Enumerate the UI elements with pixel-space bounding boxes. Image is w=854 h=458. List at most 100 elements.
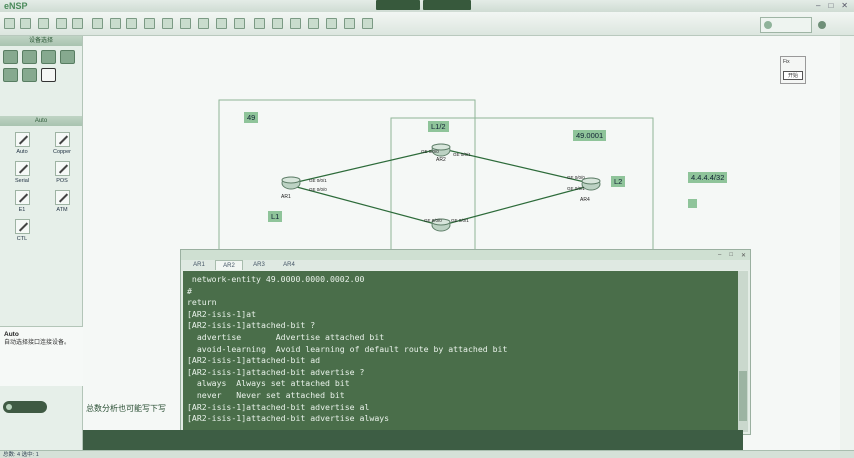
level-label-l2: L2 [611, 176, 626, 187]
bottom-strip [83, 430, 743, 450]
pan-icon[interactable] [162, 18, 173, 29]
device-section-title: 设备选择 [0, 36, 82, 46]
serial-connector[interactable]: Serial [2, 161, 42, 184]
scrollbar-thumb[interactable] [739, 371, 747, 421]
cli-window: – □ ✕ AR1 AR2 AR3 AR4 network-entity 49.… [180, 249, 751, 435]
serial-cable-icon [14, 161, 30, 176]
delete-link-icon[interactable] [198, 18, 209, 29]
close-icon[interactable]: ✕ [841, 1, 848, 10]
port-label: GE 0/0/1 [451, 218, 469, 223]
port-label: GE 0/0/0 [424, 218, 442, 223]
port-label: GE 0/0/1 [309, 178, 327, 183]
terminal-line: never Never set attached bit [187, 389, 345, 400]
playback-pill[interactable] [3, 401, 47, 413]
cli-maximize-icon[interactable]: □ [729, 252, 733, 259]
tab-ar1[interactable]: AR1 [185, 260, 213, 270]
cli-icon[interactable] [308, 18, 319, 29]
pc-category-icon[interactable] [3, 68, 18, 82]
terminal-line: always Always set attached bit [187, 378, 350, 389]
atm-cable-icon [54, 190, 70, 205]
cli-title-bar [181, 250, 750, 260]
area-49-0001-box [390, 117, 654, 265]
grid-icon[interactable] [344, 18, 355, 29]
register-icon [764, 21, 772, 29]
wlan-category-icon[interactable] [41, 50, 56, 64]
cli-close-icon[interactable]: ✕ [741, 252, 746, 259]
device-panel: 设备选择 Auto Auto Copper Serial POS E1 ATM … [0, 36, 83, 450]
tab-ar2[interactable]: AR2 [215, 260, 243, 270]
save-icon[interactable] [56, 18, 67, 29]
app-logo: eNSP [4, 1, 28, 11]
toolbar [0, 12, 854, 36]
open-icon[interactable] [38, 18, 49, 29]
pos-cable-icon [54, 161, 70, 176]
pos-connector[interactable]: POS [42, 161, 82, 184]
cli-tabs: AR1 AR2 AR3 AR4 [181, 260, 750, 270]
meeting-button[interactable] [423, 0, 471, 10]
shape-icon[interactable] [234, 18, 245, 29]
loopback-label: 4.4.4.4/32 [688, 172, 728, 183]
description-title: Auto [4, 331, 19, 338]
tab-ar3[interactable]: AR3 [245, 260, 273, 270]
area-label-49: 49 [244, 112, 259, 123]
title-bar: eNSP – □ ✕ [0, 0, 854, 12]
terminal-line: [AR2-isis-1]at [187, 308, 257, 319]
select-icon[interactable] [144, 18, 155, 29]
cli-minimize-icon[interactable]: – [718, 252, 721, 259]
firewall-category-icon[interactable] [60, 50, 75, 64]
terminal-line: [AR2-isis-1]attached-bit ad [187, 355, 321, 366]
cli-window-controls: – □ ✕ [718, 252, 746, 259]
router-ar1 [281, 176, 301, 190]
text-icon[interactable] [216, 18, 227, 29]
port-label: GE 0/0/0 [421, 149, 439, 154]
new-topology-icon[interactable] [20, 18, 31, 29]
area-label-49-0001: 49.0001 [573, 130, 607, 141]
e1-connector[interactable]: E1 [2, 190, 42, 213]
overlay-caption: 总数分析也可能写下写 [86, 404, 166, 413]
terminal-line: [AR2-isis-1]attached-bit advertise al [187, 401, 370, 412]
cloud-category-icon[interactable] [22, 68, 37, 82]
switch-category-icon[interactable] [22, 50, 37, 64]
auto-connector[interactable]: Auto [2, 132, 42, 155]
redo-icon[interactable] [126, 18, 137, 29]
terminal-line: return [187, 297, 217, 308]
auto-cable-icon [14, 132, 30, 147]
connection-category-icon[interactable] [41, 68, 56, 82]
print-icon[interactable] [92, 18, 103, 29]
atm-connector[interactable]: ATM [42, 190, 82, 213]
cli-scrollbar[interactable] [738, 271, 748, 432]
loopback-icon [688, 199, 697, 208]
copper-cable-icon [54, 132, 70, 147]
undo-icon[interactable] [110, 18, 121, 29]
start-icon[interactable] [272, 18, 283, 29]
status-bar: 总数: 4 选中: 1 [0, 450, 854, 458]
copper-connector[interactable]: Copper [42, 132, 82, 155]
cli-output[interactable]: network-entity 49.0000.0000.0002.00 # re… [183, 271, 738, 432]
router-category-icon[interactable] [3, 50, 18, 64]
delete-icon[interactable] [180, 18, 191, 29]
zoom-in-icon[interactable] [254, 18, 265, 29]
stop-icon[interactable] [290, 18, 301, 29]
capture-icon[interactable] [326, 18, 337, 29]
stop-share-button[interactable] [376, 0, 420, 10]
port-label: GE 0/0/0 [567, 175, 585, 180]
register-button[interactable] [760, 17, 812, 33]
new-icon[interactable] [4, 18, 15, 29]
terminal-line: advertise Advertise attached bit [187, 331, 385, 342]
port-label: GE 0/0/1 [453, 152, 471, 157]
save-as-icon[interactable] [72, 18, 83, 29]
capture-panel: Fix 开始 [780, 56, 806, 84]
ctl-connector[interactable]: CTL [2, 219, 42, 242]
topology-icon[interactable] [362, 18, 373, 29]
description-text: 自动选择接口连接设备。 [4, 340, 71, 346]
terminal-input-line: [AR2-isis-1]attached-bit advertise alway… [187, 413, 390, 424]
router-name-ar2: AR2 [436, 157, 446, 163]
maximize-icon[interactable]: □ [828, 1, 833, 10]
start-button[interactable]: 开始 [783, 71, 803, 80]
router-name-ar4: AR4 [580, 197, 590, 203]
help-icon[interactable] [818, 21, 826, 29]
terminal-line: network-entity 49.0000.0000.0002.00 [187, 274, 365, 284]
minimize-icon[interactable]: – [816, 1, 820, 10]
e1-cable-icon [14, 190, 30, 205]
tab-ar4[interactable]: AR4 [275, 260, 303, 270]
